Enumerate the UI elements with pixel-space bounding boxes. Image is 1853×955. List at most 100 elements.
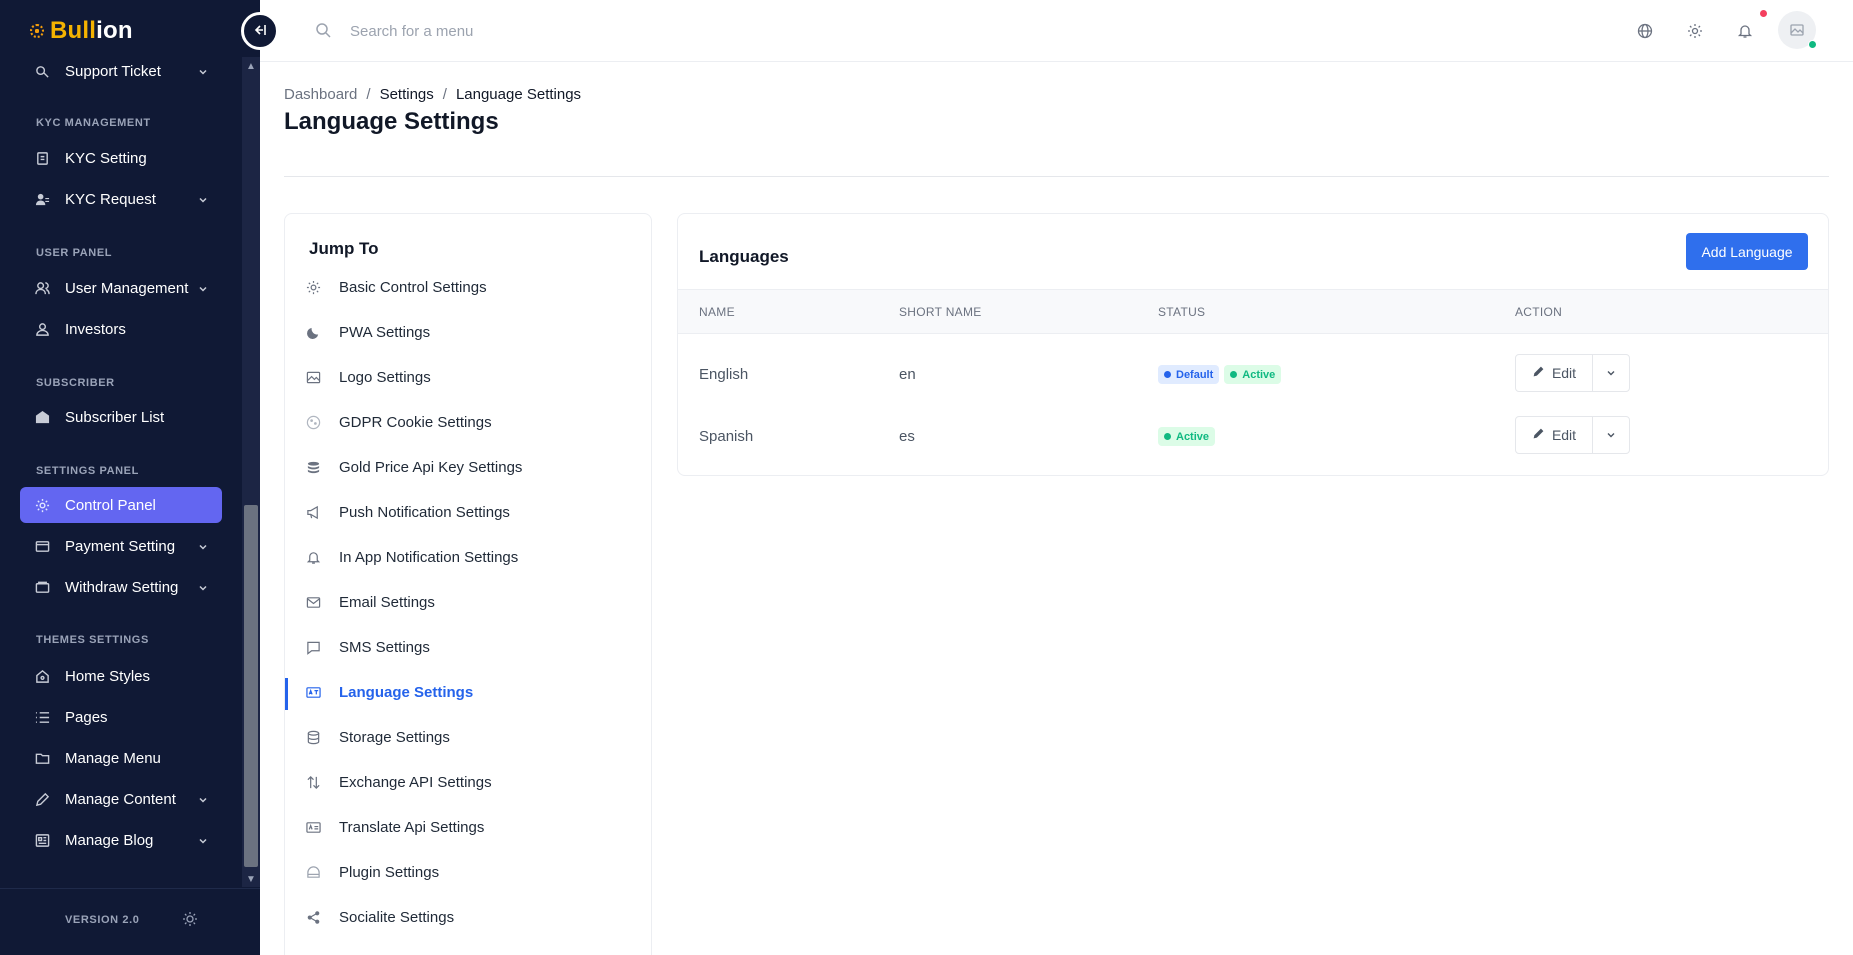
sidebar-item-withdraw-setting[interactable]: Withdraw Setting	[20, 569, 222, 605]
language-name: English	[699, 366, 749, 383]
scroll-up-icon[interactable]: ▲	[242, 61, 260, 72]
sidebar-item-investors[interactable]: Investors	[20, 311, 222, 347]
sidebar-item-pages[interactable]: Pages	[20, 699, 222, 735]
language-short-name: es	[899, 428, 915, 445]
list-icon	[34, 709, 50, 725]
gear-icon[interactable]	[1685, 21, 1705, 41]
column-header-name: NAME	[699, 305, 735, 319]
wallet-icon	[34, 538, 50, 554]
jump-item-label: Logo Settings	[339, 368, 431, 386]
users-icon	[34, 191, 50, 207]
users-icon	[34, 280, 50, 296]
jump-item-basic-control[interactable]: Basic Control Settings	[285, 268, 651, 306]
breadcrumb-separator: /	[442, 86, 447, 103]
jump-item-label: SMS Settings	[339, 638, 430, 656]
sidebar-collapse-button[interactable]	[241, 12, 279, 50]
sidebar-item-label: Subscriber List	[65, 408, 165, 426]
notification-dot	[1760, 10, 1767, 17]
plugin-icon	[305, 864, 321, 880]
sidebar-item-user-management[interactable]: User Management	[20, 270, 222, 306]
action-button-group: Edit	[1515, 354, 1630, 392]
jump-item-translate-api[interactable]: Translate Api Settings	[285, 808, 651, 846]
languages-title: Languages	[699, 247, 789, 266]
section-title-subscriber: SUBSCRIBER	[36, 377, 115, 389]
status-cell: Default Active	[1158, 365, 1286, 384]
image-placeholder-icon	[1790, 24, 1804, 36]
add-language-button[interactable]: Add Language	[1686, 233, 1808, 270]
online-status-dot	[1808, 40, 1817, 49]
jump-item-language[interactable]: Language Settings	[285, 673, 651, 711]
jump-item-label: Storage Settings	[339, 728, 450, 746]
sun-icon[interactable]	[182, 911, 198, 932]
globe-icon[interactable]	[1635, 21, 1655, 41]
jump-item-label: Translate Api Settings	[339, 818, 485, 836]
column-header-short-name: SHORT NAME	[899, 305, 982, 319]
sidebar-item-manage-blog[interactable]: Manage Blog	[20, 822, 222, 858]
jump-item-gdpr[interactable]: GDPR Cookie Settings	[285, 403, 651, 441]
sidebar-item-manage-menu[interactable]: Manage Menu	[20, 740, 222, 776]
breadcrumb: Dashboard / Settings / Language Settings	[284, 86, 581, 103]
jump-item-email[interactable]: Email Settings	[285, 583, 651, 621]
jump-item-gold-price[interactable]: Gold Price Api Key Settings	[285, 448, 651, 486]
chevron-down-icon	[198, 792, 208, 809]
jump-item-exchange-api[interactable]: Exchange API Settings	[285, 763, 651, 801]
sidebar-item-label: Home Styles	[65, 667, 151, 685]
breadcrumb-dashboard[interactable]: Dashboard	[284, 86, 357, 103]
status-badge-default: Default	[1158, 365, 1220, 384]
edit-button[interactable]: Edit	[1516, 417, 1593, 453]
action-dropdown-toggle[interactable]	[1593, 355, 1629, 391]
topbar	[260, 0, 1853, 62]
sidebar-item-manage-content[interactable]: Manage Content	[20, 781, 222, 817]
chevron-down-icon	[198, 281, 208, 298]
sidebar-item-label: KYC Request	[65, 190, 156, 208]
scroll-thumb[interactable]	[244, 505, 258, 867]
jump-to-card: Jump To Basic Control Settings PWA Setti…	[284, 213, 652, 955]
edit-button[interactable]: Edit	[1516, 355, 1593, 391]
pencil-icon	[1532, 427, 1545, 443]
chevron-down-icon	[1607, 433, 1615, 438]
sidebar-item-kyc-request[interactable]: KYC Request	[20, 181, 222, 217]
jump-item-storage[interactable]: Storage Settings	[285, 718, 651, 756]
search-input[interactable]	[350, 16, 750, 46]
chevron-down-icon	[198, 580, 208, 597]
search-icon	[315, 22, 331, 43]
language-icon	[305, 684, 321, 700]
jump-item-sms[interactable]: SMS Settings	[285, 628, 651, 666]
collapse-arrow-icon	[253, 23, 267, 40]
sidebar-item-label: KYC Setting	[65, 149, 147, 167]
edit-label: Edit	[1551, 427, 1577, 443]
folder-icon	[34, 750, 50, 766]
header-divider	[284, 176, 1829, 177]
brand-name: Bullion	[50, 17, 133, 44]
status-cell: Active	[1158, 427, 1220, 446]
translate-icon	[305, 819, 321, 835]
brand-logo[interactable]: Bullion	[30, 17, 133, 44]
jump-item-pwa[interactable]: PWA Settings	[285, 313, 651, 351]
jump-item-in-app-notification[interactable]: In App Notification Settings	[285, 538, 651, 576]
blog-icon	[34, 832, 50, 848]
cookie-icon	[305, 414, 321, 430]
sidebar-item-subscriber-list[interactable]: Subscriber List	[20, 399, 222, 435]
bell-icon[interactable]	[1735, 21, 1755, 41]
sidebar-item-label: Withdraw Setting	[65, 578, 179, 596]
action-dropdown-toggle[interactable]	[1593, 417, 1629, 453]
chat-icon	[305, 639, 321, 655]
jump-item-socialite[interactable]: Socialite Settings	[285, 898, 651, 936]
sidebar-scrollbar[interactable]: ▲ ▼	[242, 57, 260, 887]
sidebar-item-payment-setting[interactable]: Payment Setting	[20, 528, 222, 564]
status-badge-active: Active	[1224, 365, 1282, 384]
breadcrumb-settings[interactable]: Settings	[380, 86, 434, 103]
scroll-down-icon[interactable]: ▼	[242, 874, 260, 885]
jump-item-push-notification[interactable]: Push Notification Settings	[285, 493, 651, 531]
sidebar-item-control-panel[interactable]: Control Panel	[20, 487, 222, 523]
wallet-icon	[34, 579, 50, 595]
jump-item-label: Push Notification Settings	[339, 503, 510, 521]
sidebar-item-support-ticket[interactable]: Support Ticket	[20, 53, 222, 89]
moon-icon	[305, 324, 321, 340]
sun-logo-icon	[30, 24, 44, 38]
action-button-group: Edit	[1515, 416, 1630, 454]
jump-item-logo[interactable]: Logo Settings	[285, 358, 651, 396]
sidebar-item-home-styles[interactable]: Home Styles	[20, 658, 222, 694]
sidebar-item-kyc-setting[interactable]: KYC Setting	[20, 140, 222, 176]
jump-item-plugin[interactable]: Plugin Settings	[285, 853, 651, 891]
